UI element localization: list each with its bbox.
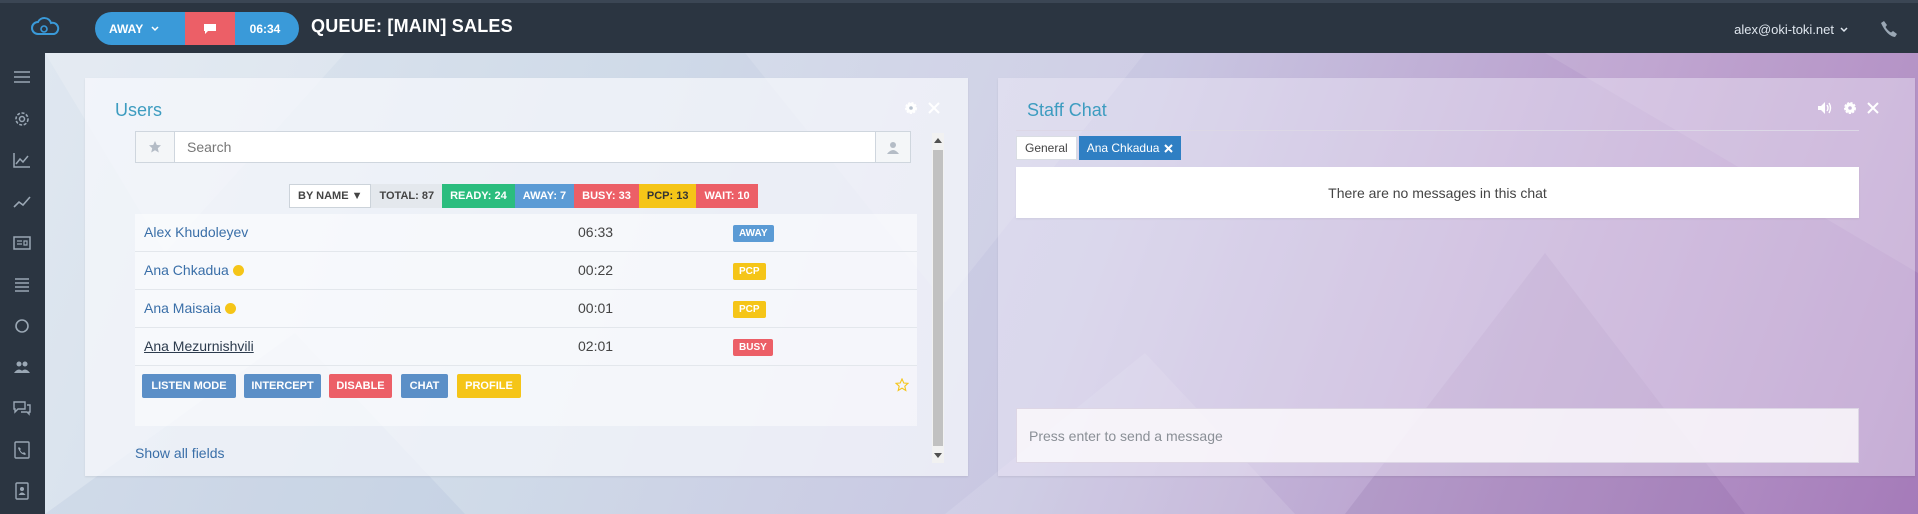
star-outline-icon[interactable] — [895, 378, 909, 392]
sidebar — [0, 53, 45, 514]
users-icon[interactable] — [12, 357, 32, 377]
sort-by-name-button[interactable]: BY NAME ▼ — [289, 184, 372, 208]
status-badge: PCP — [733, 301, 766, 318]
intercept-button[interactable]: INTERCEPT — [244, 374, 321, 398]
close-icon[interactable] — [1867, 102, 1879, 114]
gear-icon[interactable] — [904, 101, 918, 115]
phone-icon[interactable] — [1880, 20, 1898, 38]
empty-chat-message: There are no messages in this chat — [1328, 184, 1547, 201]
gear-icon[interactable] — [12, 109, 32, 129]
tab-label: Ana Chkadua — [1086, 141, 1160, 155]
table-row[interactable]: Ana Chkadua 00:22 PCP — [135, 252, 917, 290]
user-search — [135, 131, 911, 163]
ready-count[interactable]: READY: 24 — [442, 184, 515, 208]
user-status-time: 02:01 — [578, 338, 614, 354]
chat-toggle-button[interactable] — [185, 12, 235, 45]
pcp-count[interactable]: PCP: 13 — [638, 184, 697, 208]
user-status-time: 06:33 — [578, 224, 614, 240]
table-row[interactable]: Ana Maisaia 00:01 PCP — [135, 290, 917, 328]
show-all-fields-link[interactable]: Show all fields — [135, 445, 225, 461]
scroll-thumb[interactable] — [933, 150, 943, 446]
close-tab-icon[interactable] — [1164, 143, 1174, 153]
scroll-down-arrow-icon[interactable] — [934, 453, 942, 458]
agent-status-control: AWAY 06:34 — [95, 12, 299, 45]
address-book-icon[interactable] — [12, 481, 32, 501]
volume-icon[interactable] — [1817, 101, 1833, 115]
table-row[interactable]: Ana Mezurnishvili 02:01 BUSY — [135, 328, 917, 366]
queue-title: QUEUE: [MAIN] SALES — [311, 16, 513, 36]
user-icon — [887, 141, 899, 154]
chat-panel-title: Staff Chat — [1027, 100, 1107, 120]
user-name[interactable]: Alex Khudoleyev — [144, 224, 248, 240]
cloud-logo-icon[interactable] — [30, 17, 62, 37]
chevron-down-icon — [151, 25, 159, 31]
busy-count[interactable]: BUSY: 33 — [574, 184, 639, 208]
scroll-up-arrow-icon[interactable] — [934, 138, 942, 143]
user-status-time: 00:22 — [578, 262, 614, 278]
total-count[interactable]: TOTAL: 87 — [371, 184, 443, 208]
users-panel-title: Users — [115, 100, 163, 120]
main-content: Users BY NAME ▼ TOTAL: 87 READY: 24 AWAY… — [45, 53, 1918, 514]
users-table: Alex Khudoleyev 06:33 AWAY Ana Chkadua 0… — [135, 214, 917, 426]
top-bar: AWAY 06:34 QUEUE: [MAIN] SALES alex@oki-… — [0, 0, 1918, 53]
status-badge: BUSY — [733, 339, 773, 356]
status-dot-icon — [225, 302, 237, 314]
chat-divider — [1016, 130, 1859, 131]
user-actions: LISTEN MODE INTERCEPT DISABLE CHAT PROFI… — [135, 366, 917, 426]
chat-panel-tools — [1817, 101, 1879, 115]
user-name[interactable]: Ana Mezurnishvili — [144, 338, 254, 354]
status-badge: AWAY — [733, 225, 774, 242]
chat-bubbles-icon[interactable] — [12, 398, 32, 418]
chat-tabs: General Ana Chkadua — [1016, 136, 1182, 160]
users-scrollbar[interactable] — [932, 133, 944, 463]
message-input[interactable] — [1016, 408, 1859, 463]
status-dot-icon — [232, 264, 244, 276]
status-stats: BY NAME ▼ TOTAL: 87 READY: 24 AWAY: 7 BU… — [289, 184, 758, 208]
status-label: AWAY — [109, 21, 144, 36]
favorites-filter-button[interactable] — [136, 132, 175, 162]
area-chart-icon[interactable] — [12, 150, 32, 170]
chat-button[interactable]: CHAT — [401, 374, 448, 398]
status-dropdown[interactable]: AWAY — [95, 12, 185, 45]
user-name[interactable]: Ana Chkadua — [144, 262, 244, 278]
circle-icon[interactable] — [12, 316, 32, 336]
list-icon[interactable] — [12, 274, 32, 294]
users-panel: Users BY NAME ▼ TOTAL: 87 READY: 24 AWAY… — [85, 78, 968, 476]
status-badge: PCP — [733, 263, 766, 280]
user-status-time: 00:01 — [578, 300, 614, 316]
menu-icon[interactable] — [12, 67, 32, 87]
wait-count[interactable]: WAIT: 10 — [696, 184, 758, 208]
user-email: alex@oki-toki.net — [1734, 22, 1834, 37]
disable-button[interactable]: DISABLE — [329, 374, 392, 398]
listen-mode-button[interactable]: LISTEN MODE — [142, 374, 236, 398]
user-filter-button[interactable] — [875, 132, 910, 162]
chevron-down-icon — [1840, 26, 1848, 32]
tab-general[interactable]: General — [1016, 136, 1077, 160]
messages-area: There are no messages in this chat — [1016, 167, 1859, 218]
status-timer: 06:34 — [235, 12, 299, 45]
user-name[interactable]: Ana Maisaia — [144, 300, 237, 316]
staff-chat-panel: Staff Chat General Ana Chkadua There are… — [998, 78, 1915, 476]
search-input[interactable] — [175, 132, 875, 162]
user-menu[interactable]: alex@oki-toki.net — [1734, 22, 1848, 37]
phone-book-icon[interactable] — [12, 440, 32, 460]
tab-ana-chkadua[interactable]: Ana Chkadua — [1078, 136, 1182, 160]
users-panel-tools — [904, 101, 940, 115]
line-chart-icon[interactable] — [12, 192, 32, 212]
profile-button[interactable]: PROFILE — [457, 374, 521, 398]
chat-bubble-icon — [204, 23, 216, 34]
gear-icon[interactable] — [1843, 101, 1857, 115]
close-icon[interactable] — [928, 102, 940, 114]
table-row[interactable]: Alex Khudoleyev 06:33 AWAY — [135, 214, 917, 252]
id-card-icon[interactable] — [12, 233, 32, 253]
star-icon — [149, 141, 161, 153]
away-count[interactable]: AWAY: 7 — [514, 184, 575, 208]
